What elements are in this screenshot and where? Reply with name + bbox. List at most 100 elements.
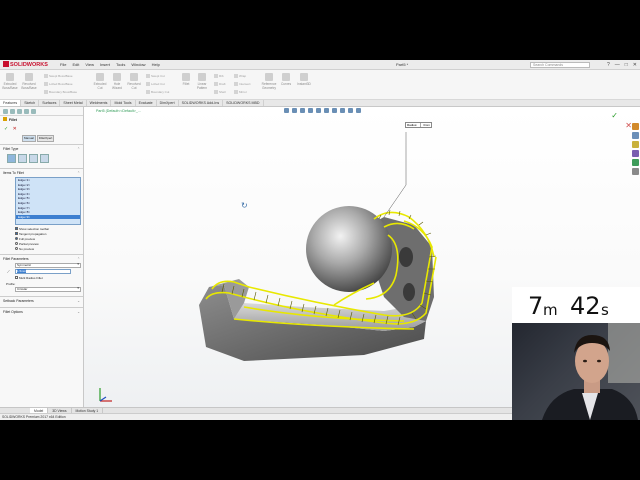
cancel-button[interactable]: ✕: [13, 126, 17, 132]
linear-pattern-button[interactable]: Linear Pattern: [194, 73, 210, 90]
intersect-button[interactable]: Intersect: [234, 82, 251, 86]
constant-size-fillet-icon[interactable]: [7, 154, 16, 163]
tab-addins[interactable]: SOLIDWORKS Add-Ins: [179, 100, 224, 106]
variable-size-fillet-icon[interactable]: [18, 154, 27, 163]
hole-upper: [399, 247, 413, 267]
reference-geometry-button[interactable]: Reference Geometry: [260, 73, 278, 90]
search-commands-input[interactable]: Search Commands: [530, 62, 590, 68]
revolved-boss-button[interactable]: Revolved Boss/Base: [20, 73, 38, 90]
tab-mbd[interactable]: SOLIDWORKS MBD: [223, 100, 264, 106]
checkbox-icon: [15, 276, 18, 279]
items-header[interactable]: Items To Fillet ⌃: [3, 170, 80, 176]
pattern-icon: [198, 73, 206, 81]
tab-weldments[interactable]: Weldments: [87, 100, 112, 106]
dimxpert-manager-icon[interactable]: [24, 109, 29, 114]
extrude-icon: [6, 73, 14, 81]
lofted-cut-button[interactable]: Lofted Cut: [146, 82, 165, 86]
tab-dimxpert[interactable]: DimXpert: [157, 100, 179, 106]
profile-label: Profile:: [6, 282, 16, 286]
tab-sketch[interactable]: Sketch: [21, 100, 40, 106]
tab-manual[interactable]: Manual: [22, 135, 36, 142]
radio-icon: [15, 242, 18, 245]
setback-header[interactable]: Setback Parameters ⌄: [3, 298, 80, 304]
params-header[interactable]: Fillet Parameters ⌃: [3, 256, 80, 262]
help-icon[interactable]: ?: [607, 61, 610, 69]
multi-radius-checkbox[interactable]: Multi Radius Fillet: [3, 275, 80, 280]
radius-icon: ⟋: [7, 269, 10, 274]
tab-mold-tools[interactable]: Mold Tools: [111, 100, 136, 106]
menu-insert[interactable]: Insert: [100, 60, 110, 70]
draft-button[interactable]: Draft: [214, 82, 226, 86]
pm-title: Fillet: [0, 116, 83, 125]
edge-selection-list[interactable]: Edge<1> Edge<2> Edge<3> Edge<4> Edge<5> …: [15, 177, 81, 225]
command-tabs: Features Sketch Surfaces Sheet Metal Wel…: [0, 100, 640, 107]
fillet-method-select[interactable]: Symmetric: [15, 263, 81, 268]
solidworks-logo[interactable]: SOLIDWORKS: [3, 61, 51, 69]
lofted-boss-button[interactable]: Lofted Boss/Base: [44, 82, 73, 86]
menu-help[interactable]: Help: [152, 60, 160, 70]
shell-button[interactable]: Shell: [214, 90, 226, 94]
close-button[interactable]: ✕: [633, 61, 637, 69]
swept-boss-button[interactable]: Swept Boss/Base: [44, 74, 73, 78]
hole-wizard-button[interactable]: Hole Wizard: [109, 73, 125, 90]
rib-button[interactable]: Rib: [214, 74, 224, 78]
radius-input[interactable]: 1.5mm: [15, 269, 71, 274]
face-fillet-icon[interactable]: [29, 154, 38, 163]
menu-tools[interactable]: Tools: [116, 60, 125, 70]
fillet-type-section: Fillet Type ⌃: [0, 144, 83, 166]
property-manager: Fillet ✓ ✕ Manual FilletXpert Fillet Typ…: [0, 107, 84, 410]
feature-tree-icon[interactable]: [3, 109, 8, 114]
profile-select[interactable]: Circular: [15, 287, 81, 292]
chevron-up-icon: ⌃: [77, 147, 80, 151]
instant3d-button[interactable]: Instant3D: [296, 73, 312, 86]
options-header[interactable]: Fillet Options ⌄: [3, 309, 80, 315]
full-round-fillet-icon[interactable]: [40, 154, 49, 163]
curve-icon: [282, 73, 290, 81]
boundary-boss-button[interactable]: Boundary Boss/Base: [44, 90, 77, 94]
wrap-button[interactable]: Wrap: [234, 74, 246, 78]
fillet-button[interactable]: Fillet: [180, 73, 192, 86]
no-preview-radio[interactable]: No preview: [3, 246, 80, 251]
ds-logo-icon: [3, 61, 9, 67]
fillet-parameters-section: Fillet Parameters⌃ Symmetric ⟋ 1.5mm Mul…: [0, 254, 83, 294]
tab-surfaces[interactable]: Surfaces: [39, 100, 61, 106]
tab-evaluate[interactable]: Evaluate: [136, 100, 157, 106]
tab-filletxpert[interactable]: FilletXpert: [36, 135, 55, 142]
radius-row: ⟋ 1.5mm: [7, 269, 76, 274]
revolved-cut-button[interactable]: Revolved Cut: [126, 73, 142, 90]
extruded-boss-button[interactable]: Extruded Boss/Base: [2, 73, 18, 90]
maximize-button[interactable]: □: [625, 61, 628, 69]
chevron-up-icon: ⌃: [77, 171, 80, 175]
tab-features[interactable]: Features: [0, 100, 22, 106]
config-manager-icon[interactable]: [17, 109, 22, 114]
ok-button[interactable]: ✓: [4, 126, 8, 132]
chevron-down-icon: ⌄: [77, 310, 80, 314]
swept-cut-button[interactable]: Swept Cut: [146, 74, 165, 78]
menu-file[interactable]: File: [60, 60, 66, 70]
menu-edit[interactable]: Edit: [72, 60, 79, 70]
property-manager-icon[interactable]: [10, 109, 15, 114]
fillet-type-options: [3, 152, 80, 165]
boundary-cut-button[interactable]: Boundary Cut: [146, 90, 169, 94]
title-bar: SOLIDWORKS File Edit View Insert Tools W…: [0, 60, 640, 70]
timer-seconds: 42: [570, 292, 601, 320]
minimize-button[interactable]: —: [615, 61, 620, 69]
mirror-button[interactable]: Mirror: [234, 90, 247, 94]
curves-button[interactable]: Curves: [280, 73, 292, 86]
document-title: Part5 *: [396, 62, 409, 67]
callout-label: Radius:: [407, 123, 418, 127]
instant3d-icon: [300, 73, 308, 81]
checkbox-icon: [15, 232, 18, 235]
display-manager-icon[interactable]: [31, 109, 36, 114]
tab-sheet-metal[interactable]: Sheet Metal: [60, 100, 87, 106]
radio-icon: [15, 237, 18, 240]
cut-icon: [96, 73, 104, 81]
radio-icon: [15, 247, 18, 250]
hole-icon: [113, 73, 121, 81]
list-item-selected[interactable]: Edge<9>: [16, 214, 80, 220]
extruded-cut-button[interactable]: Extruded Cut: [92, 73, 108, 90]
callout-value[interactable]: 3mm: [420, 123, 430, 127]
radius-callout[interactable]: Radius: 3mm: [405, 122, 432, 128]
menu-window[interactable]: Window: [131, 60, 145, 70]
menu-view[interactable]: View: [85, 60, 94, 70]
